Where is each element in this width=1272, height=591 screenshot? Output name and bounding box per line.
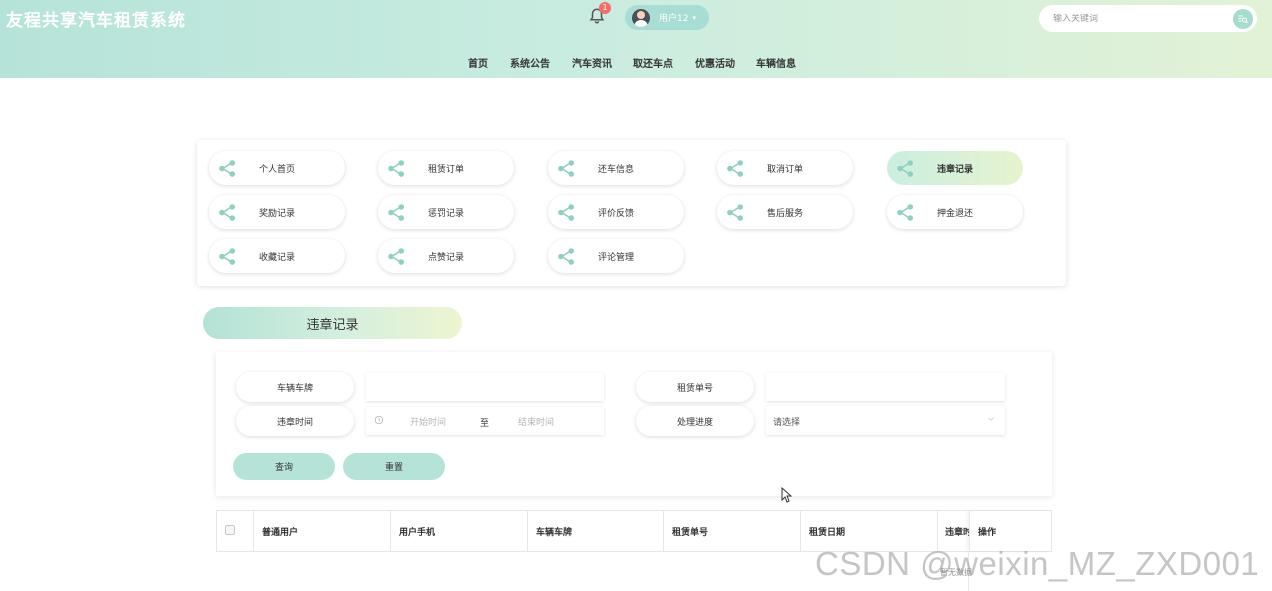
user-center-menu: 个人首页 租赁订单 还车信息 取消订单 违章记录奖励记录 惩罚记录 评价反馈 售后服务 押金退还… (197, 140, 1066, 286)
menu-item[interactable]: 评价反馈 (548, 195, 684, 229)
status-label: 处理进度 (636, 406, 754, 436)
nav-car-news[interactable]: 汽车资讯 (572, 55, 612, 70)
section-title: 违章记录 (203, 307, 462, 339)
share-icon (388, 203, 405, 221)
menu-item-label: 惩罚记录 (428, 208, 465, 219)
user-menu[interactable]: 用户12 ▾ (625, 5, 709, 30)
order-no-label: 租赁单号 (636, 372, 754, 402)
menu-item-label: 奖励记录 (259, 208, 296, 219)
query-button[interactable]: 查询 (233, 453, 335, 480)
chevron-down-icon: ▾ (692, 13, 696, 22)
watermark: CSDN @weixin_MZ_ZXD001 (815, 545, 1260, 582)
select-all-cell (217, 511, 254, 551)
search-input[interactable] (1053, 13, 1223, 24)
menu-item-label: 评论管理 (598, 252, 635, 263)
menu-item-label: 个人首页 (259, 164, 296, 175)
nav-promotions[interactable]: 优惠活动 (695, 55, 735, 70)
site-title: 友程共享汽车租赁系统 (6, 11, 186, 31)
share-icon (727, 159, 744, 177)
menu-item-label: 收藏记录 (259, 252, 296, 263)
column-header[interactable]: 车辆车牌 (528, 511, 664, 551)
menu-item[interactable]: 点赞记录 (378, 239, 514, 273)
range-separator: 至 (480, 419, 490, 429)
status-select[interactable]: 请选择 (766, 406, 1005, 435)
menu-item[interactable]: 惩罚记录 (378, 195, 514, 229)
menu-item-label: 点赞记录 (428, 252, 465, 263)
share-icon (558, 159, 575, 177)
menu-item[interactable]: 押金退还 (887, 195, 1023, 229)
menu-item-label: 售后服务 (767, 208, 804, 219)
main-nav: 首页 系统公告 汽车资讯 取还车点 优惠活动 车辆信息 (0, 55, 1272, 70)
top-header: 友程共享汽车租赁系统 1 用户12 ▾ 首页 系统公告 汽车资讯 取还车点 优惠… (0, 0, 1272, 78)
menu-item-label: 违章记录 (937, 164, 974, 175)
search-form: 车辆车牌 租赁单号 违章时间 开始时间 至 结束时间 处理进度 请选择 查询 重… (216, 352, 1052, 496)
search-button[interactable] (1233, 9, 1253, 29)
column-header[interactable]: 租赁单号 (664, 511, 801, 551)
avatar (632, 8, 650, 27)
menu-item-label: 评价反馈 (598, 208, 635, 219)
share-icon (219, 247, 236, 265)
share-icon (897, 203, 914, 221)
menu-item-label: 取消订单 (767, 164, 804, 175)
plate-input[interactable] (366, 373, 604, 401)
nav-vehicle-info[interactable]: 车辆信息 (756, 55, 796, 70)
plate-label: 车辆车牌 (236, 372, 354, 402)
share-icon (897, 159, 914, 177)
user-name: 用户12 (659, 14, 689, 24)
menu-item-label: 租赁订单 (428, 164, 465, 175)
column-header[interactable]: 普通用户 (254, 511, 391, 551)
nav-announcements[interactable]: 系统公告 (510, 55, 550, 70)
menu-item[interactable]: 取消订单 (717, 151, 853, 185)
start-date-input[interactable]: 开始时间 (410, 415, 446, 428)
chevron-down-icon (988, 417, 994, 421)
menu-item[interactable]: 评论管理 (548, 239, 684, 273)
menu-item[interactable]: 奖励记录 (209, 195, 345, 229)
search-box (1039, 5, 1257, 32)
share-icon (727, 203, 744, 221)
share-icon (558, 247, 575, 265)
search-icon (1238, 15, 1248, 24)
share-icon (219, 203, 236, 221)
section-title-text: 违章记录 (306, 317, 359, 333)
reset-button[interactable]: 重置 (343, 453, 445, 480)
nav-pickup-points[interactable]: 取还车点 (633, 55, 673, 70)
menu-item[interactable]: 还车信息 (548, 151, 684, 185)
share-icon (388, 159, 405, 177)
order-no-input[interactable] (766, 373, 1005, 401)
date-range-picker[interactable]: 开始时间 至 结束时间 (366, 407, 604, 435)
clock-icon (374, 415, 384, 425)
select-all-checkbox[interactable] (225, 525, 235, 535)
menu-item-label: 还车信息 (598, 164, 635, 175)
end-date-input[interactable]: 结束时间 (518, 415, 554, 428)
share-icon (558, 203, 575, 221)
nav-home[interactable]: 首页 (468, 55, 488, 70)
share-icon (219, 159, 236, 177)
status-select-value: 请选择 (773, 418, 801, 428)
notification-badge: 1 (599, 2, 611, 14)
menu-item[interactable]: 租赁订单 (378, 151, 514, 185)
menu-item[interactable]: 售后服务 (717, 195, 853, 229)
menu-item[interactable]: 收藏记录 (209, 239, 345, 273)
column-header[interactable]: 用户手机 (391, 511, 528, 551)
menu-item[interactable]: 违章记录 (887, 151, 1023, 185)
violation-time-label: 违章时间 (236, 406, 354, 436)
menu-item[interactable]: 个人首页 (209, 151, 345, 185)
share-icon (388, 247, 405, 265)
mouse-cursor-icon (781, 487, 792, 503)
menu-item-label: 押金退还 (937, 208, 974, 219)
